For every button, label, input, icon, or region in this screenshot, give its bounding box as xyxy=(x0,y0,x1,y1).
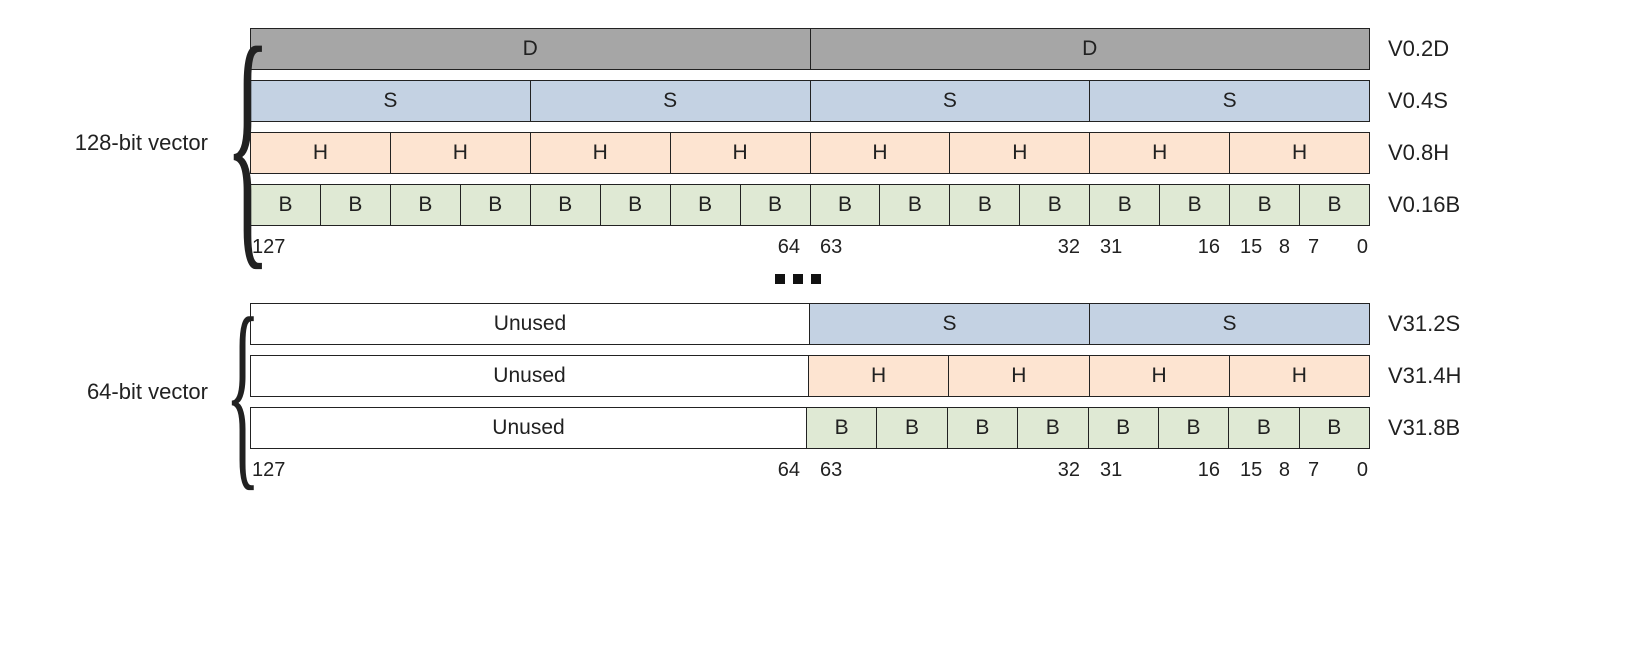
lane-h: H xyxy=(390,133,530,173)
bit-tick: 64 xyxy=(778,236,800,259)
lane-b: B xyxy=(1229,185,1299,225)
group-128-bit: 128-bit vector { D D V0.2D S S S S V0.4S… xyxy=(38,28,1608,258)
lane-h: H xyxy=(530,133,670,173)
bit-tick: 127 xyxy=(252,459,285,482)
bit-tick: 15 xyxy=(1240,236,1262,259)
lane-h: H xyxy=(810,133,950,173)
lane-b: B xyxy=(879,185,949,225)
lane-d: D xyxy=(251,29,810,69)
group-64-label: 64-bit vector xyxy=(38,379,208,405)
lane-b: B xyxy=(810,185,880,225)
bit-tick: 64 xyxy=(778,459,800,482)
lane-s: S xyxy=(530,81,810,121)
bit-tick: 16 xyxy=(1198,236,1220,259)
lane-b: B xyxy=(1089,185,1159,225)
bit-ruler-128: 127 64 63 32 31 16 15 8 7 0 xyxy=(250,236,1608,258)
bit-tick: 7 xyxy=(1308,459,1319,482)
row-label: V0.8H xyxy=(1388,140,1478,166)
row-label: V0.2D xyxy=(1388,36,1478,62)
lane-b: B xyxy=(949,185,1019,225)
row-v0-4s: S S S S V0.4S xyxy=(250,80,1608,122)
group-64-bit: 64-bit vector { Unused S S V31.2S Unused… xyxy=(38,303,1608,481)
rows-64: Unused S S V31.2S Unused H H H H V31.4H … xyxy=(250,303,1608,481)
lane-b: B xyxy=(1299,408,1369,448)
lane-b: B xyxy=(947,408,1017,448)
lane-s: S xyxy=(251,81,530,121)
lane-h: H xyxy=(1089,133,1229,173)
lane-b: B xyxy=(600,185,670,225)
lane-unused: Unused xyxy=(251,304,809,344)
bit-tick: 8 xyxy=(1279,236,1290,259)
row-v31-4h: Unused H H H H V31.4H xyxy=(250,355,1608,397)
lane-b: B xyxy=(1158,408,1228,448)
row-v0-8h: H H H H H H H H V0.8H xyxy=(250,132,1608,174)
bit-tick: 7 xyxy=(1308,236,1319,259)
lane-s: S xyxy=(1089,81,1369,121)
lane-h: H xyxy=(949,133,1089,173)
group-128-label: 128-bit vector xyxy=(38,130,208,156)
lane-b: B xyxy=(460,185,530,225)
row-v31-8b: Unused B B B B B B B B V31.8B xyxy=(250,407,1608,449)
row-label: V31.2S xyxy=(1388,311,1478,337)
bit-tick: 15 xyxy=(1240,459,1262,482)
lane-h: H xyxy=(1229,356,1369,396)
lane-b: B xyxy=(670,185,740,225)
bit-tick: 0 xyxy=(1357,459,1368,482)
lane-unused: Unused xyxy=(251,408,806,448)
lane-h: H xyxy=(948,356,1088,396)
lane-h: H xyxy=(808,356,948,396)
lane-b: B xyxy=(1017,408,1087,448)
lane-b: B xyxy=(806,408,876,448)
bit-tick: 0 xyxy=(1357,236,1368,259)
lane-h: H xyxy=(1089,356,1229,396)
lane-s: S xyxy=(810,81,1090,121)
lane-h: H xyxy=(670,133,810,173)
bit-tick: 31 xyxy=(1100,459,1122,482)
bit-tick: 8 xyxy=(1279,459,1290,482)
row-label: V0.4S xyxy=(1388,88,1478,114)
lane-h: H xyxy=(251,133,390,173)
lane-b: B xyxy=(1299,185,1369,225)
lane-b: B xyxy=(530,185,600,225)
row-v0-2d: D D V0.2D xyxy=(250,28,1608,70)
bit-tick: 32 xyxy=(1058,236,1080,259)
bit-tick: 16 xyxy=(1198,459,1220,482)
rows-128: D D V0.2D S S S S V0.4S H H H H H H H xyxy=(250,28,1608,258)
lane-b: B xyxy=(876,408,946,448)
row-label: V31.8B xyxy=(1388,415,1478,441)
lane-h: H xyxy=(1229,133,1369,173)
bit-tick: 32 xyxy=(1058,459,1080,482)
bit-tick: 63 xyxy=(820,459,842,482)
lane-unused: Unused xyxy=(251,356,808,396)
lane-b: B xyxy=(1019,185,1089,225)
bit-ruler-64: 127 64 63 32 31 16 15 8 7 0 xyxy=(250,459,1608,481)
lane-d: D xyxy=(810,29,1370,69)
lane-b: B xyxy=(1228,408,1298,448)
bit-tick: 127 xyxy=(252,236,285,259)
bit-tick: 63 xyxy=(820,236,842,259)
row-label: V0.16B xyxy=(1388,192,1478,218)
row-v0-16b: B B B B B B B B B B B B B B B B V0.16B xyxy=(250,184,1608,226)
lane-b: B xyxy=(320,185,390,225)
lane-b: B xyxy=(1159,185,1229,225)
lane-b: B xyxy=(1088,408,1158,448)
row-v31-2s: Unused S S V31.2S xyxy=(250,303,1608,345)
bit-tick: 31 xyxy=(1100,236,1122,259)
lane-b: B xyxy=(740,185,810,225)
row-label: V31.4H xyxy=(1388,363,1478,389)
lane-s: S xyxy=(809,304,1089,344)
lane-s: S xyxy=(1089,304,1369,344)
lane-b: B xyxy=(390,185,460,225)
